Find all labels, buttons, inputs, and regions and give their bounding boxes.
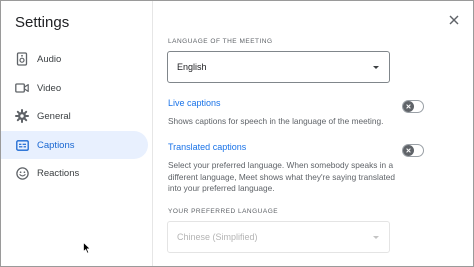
sidebar-item-label: Video [37,82,62,94]
smiley-icon [15,166,29,180]
preferred-language-value: Chinese (Simplified) [177,232,258,242]
sidebar-item-video[interactable]: Video [1,74,148,102]
dropdown-arrow-icon [373,235,379,239]
toggle-knob [403,145,414,156]
preferred-language-select: Chinese (Simplified) [167,221,390,253]
mouse-cursor-icon [83,241,91,254]
meeting-language-select[interactable]: English [167,51,390,83]
sidebar-item-label: Audio [37,53,62,65]
meeting-language-value: English [177,62,207,72]
sidebar-item-label: Reactions [37,167,80,179]
live-captions-toggle[interactable] [402,100,424,113]
sidebar-item-label: General [37,110,71,122]
close-button[interactable] [446,12,462,28]
sidebar-item-captions[interactable]: Captions [1,131,148,159]
toggle-knob [403,101,414,112]
close-icon [449,15,459,25]
translated-captions-title: Translated captions [168,142,247,152]
sidebar-item-general[interactable]: General [1,102,148,130]
live-captions-description: Shows captions for speech in the languag… [168,116,384,126]
closed-caption-icon [15,138,29,152]
dropdown-arrow-icon [373,65,379,69]
captions-panel: LANGUAGE OF THE MEETING English Live cap… [154,1,473,266]
translated-captions-description: Select your preferred language. When som… [168,160,395,193]
sidebar-item-audio[interactable]: Audio [1,45,148,73]
live-captions-title: Live captions [168,98,221,108]
sidebar-item-label: Captions [37,139,75,151]
dialog-title: Settings [15,14,70,31]
settings-dialog: Settings Audio Video General Captions Re… [0,0,474,267]
preferred-language-label: YOUR PREFERRED LANGUAGE [168,208,279,215]
translated-captions-toggle[interactable] [402,144,424,157]
meeting-language-label: LANGUAGE OF THE MEETING [168,38,273,45]
speaker-icon [15,52,29,66]
sidebar-item-reactions[interactable]: Reactions [1,159,148,187]
settings-sidebar: Settings Audio Video General Captions Re… [1,1,153,266]
gear-icon [15,109,29,123]
toggle-off-x-icon [406,104,411,109]
videocam-icon [15,81,29,95]
toggle-off-x-icon [406,148,411,153]
